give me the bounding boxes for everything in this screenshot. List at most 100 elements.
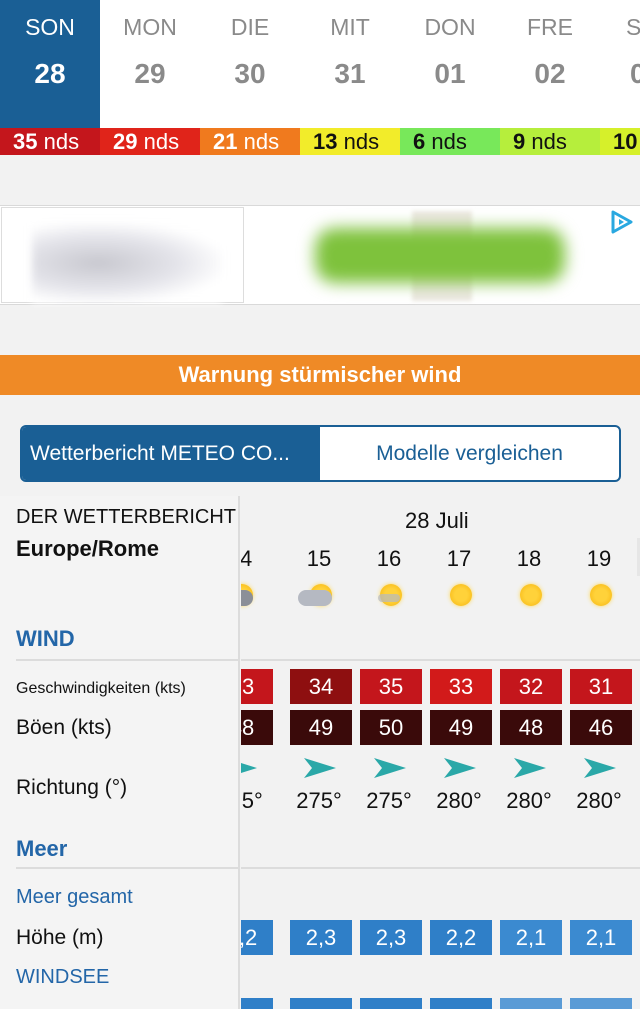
wave-height-cell: 2,2: [241, 920, 273, 955]
tab-compare-models[interactable]: Modelle vergleichen: [320, 427, 619, 480]
view-tabs: Wetterbericht METEO CO... Modelle vergle…: [20, 425, 621, 482]
day-tab-sun[interactable]: SON 28: [0, 0, 100, 128]
cloud-sun-icon: [298, 580, 334, 608]
divider: [16, 659, 240, 661]
sun-icon: [516, 580, 544, 608]
day-name: FRE: [527, 14, 573, 40]
wind-direction-arrow: [304, 758, 336, 778]
wind-speed-cell: 35: [360, 669, 422, 704]
day-tab-fri[interactable]: FRE 02: [500, 0, 600, 128]
day-date: 02: [534, 58, 566, 89]
day-tab-tue[interactable]: DIE 30: [200, 0, 300, 128]
day-date: 0: [630, 58, 640, 89]
day-max-wind: 21 nds: [200, 128, 300, 155]
wind-sea-cell: [430, 998, 492, 1009]
day-date: 30: [234, 58, 266, 89]
ad-product-image: [315, 228, 565, 283]
label-sea-total: Meer gesamt: [16, 886, 133, 908]
wind-direction-arrow: [444, 758, 476, 778]
hour-label: 19: [586, 546, 612, 571]
forecast-grid: 28 Juli 14 33 48 275° 2,2 15 34 49 275° …: [241, 496, 640, 1009]
day-max-wind: 13 nds: [300, 128, 400, 155]
day-tab-thu[interactable]: DON 01: [400, 0, 500, 128]
day-tab-mon[interactable]: MON 29: [100, 0, 200, 128]
wind-sea-cell: [241, 998, 273, 1009]
gust-cell: 49: [290, 710, 352, 745]
hour-column: 19 31 46 280° 2,1: [564, 496, 634, 1009]
adchoices-icon[interactable]: [608, 209, 636, 237]
section-wind: WIND: [16, 626, 75, 651]
day-name: DON: [424, 14, 476, 40]
tab-weather-report[interactable]: Wetterbericht METEO CO...: [22, 427, 320, 480]
direction-value: 280°: [436, 788, 482, 813]
wind-speed-cell: 31: [570, 669, 632, 704]
day-date: 31: [334, 58, 366, 89]
day-date: 29: [134, 58, 166, 89]
label-wind-speed: Geschwindigkeiten (kts): [16, 680, 186, 697]
storm-cloud-icon: [241, 580, 255, 608]
wind-direction-arrow: [584, 758, 616, 778]
direction-value: 275°: [296, 788, 342, 813]
day-max-wind: 35 nds: [0, 128, 100, 155]
wind-speed-cell: 32: [500, 669, 562, 704]
hour-column: [634, 496, 640, 1009]
wind-speed-cell: 33: [241, 669, 273, 704]
gust-cell: 48: [500, 710, 562, 745]
wave-height-cell: 2,3: [290, 920, 352, 955]
wind-speed-cell: 34: [290, 669, 352, 704]
day-date: 01: [434, 58, 466, 89]
gust-cell: 46: [570, 710, 632, 745]
day-name: S: [626, 14, 640, 40]
advertisement-banner[interactable]: [0, 205, 640, 305]
day-name: SON: [25, 14, 75, 40]
direction-value: 280°: [576, 788, 622, 813]
sun-haze-icon: [376, 580, 404, 608]
app-root: { "days": [ {"name": "SON", "date": "28"…: [0, 0, 640, 1009]
gust-cell: 48: [241, 710, 273, 745]
hour-column: 17 33 49 280° 2,2: [424, 496, 494, 1009]
day-name: DIE: [230, 14, 270, 40]
label-gusts: Böen (kts): [16, 716, 112, 739]
hour-column: 14 33 48 275° 2,2: [241, 496, 275, 1009]
section-sea: Meer: [16, 836, 68, 861]
day-name: MON: [123, 14, 177, 40]
hour-label: 15: [306, 546, 332, 571]
label-direction: Richtung (°): [16, 776, 128, 799]
hour-label: 16: [376, 546, 402, 571]
direction-value: 275°: [366, 788, 412, 813]
day-max-wind: 9 nds: [500, 128, 600, 155]
label-wave-height: Höhe (m): [16, 926, 104, 949]
direction-value: 275°: [241, 788, 263, 813]
wave-height-cell: 2,2: [430, 920, 492, 955]
wind-sea-cell: [570, 998, 632, 1009]
storm-warning-banner[interactable]: Warnung stürmischer wind: [0, 355, 640, 395]
day-max-wind: 29 nds: [100, 128, 200, 155]
gust-cell: 49: [430, 710, 492, 745]
row-labels-column: DER WETTERBERICHT Europe/Rome WIND Gesch…: [0, 496, 240, 1009]
day-max-wind: 6 nds: [400, 128, 500, 155]
divider: [16, 867, 240, 869]
wind-sea-cell: [500, 998, 562, 1009]
wave-height-cell: 2,1: [500, 920, 562, 955]
day-tab-wed[interactable]: MIT 31: [300, 0, 400, 128]
wind-speed-cell: 33: [430, 669, 492, 704]
report-header: DER WETTERBERICHT: [16, 506, 236, 528]
wave-height-cell: 2,3: [360, 920, 422, 955]
gust-cell: 50: [360, 710, 422, 745]
wind-sea-cell: [290, 998, 352, 1009]
hour-label: 18: [516, 546, 542, 571]
day-tab-sat[interactable]: S 0: [600, 0, 640, 128]
hour-column: 15 34 49 275° 2,3: [284, 496, 354, 1009]
wave-height-cell: 2,1: [570, 920, 632, 955]
wind-direction-arrow: [241, 763, 257, 773]
sun-icon: [446, 580, 474, 608]
sun-icon: [586, 580, 614, 608]
wind-direction-arrow: [514, 758, 546, 778]
hour-label: 14: [241, 546, 253, 571]
hour-column: 16 35 50 275° 2,3: [354, 496, 424, 1009]
day-date: 28: [34, 58, 66, 89]
hour-label: 17: [446, 546, 472, 571]
label-wind-sea: WINDSEE: [16, 966, 110, 988]
day-max-wind: 10: [600, 128, 640, 155]
day-selector: SON 28 MON 29 DIE 30 MIT 31 DON 01 FRE 0…: [0, 0, 640, 128]
